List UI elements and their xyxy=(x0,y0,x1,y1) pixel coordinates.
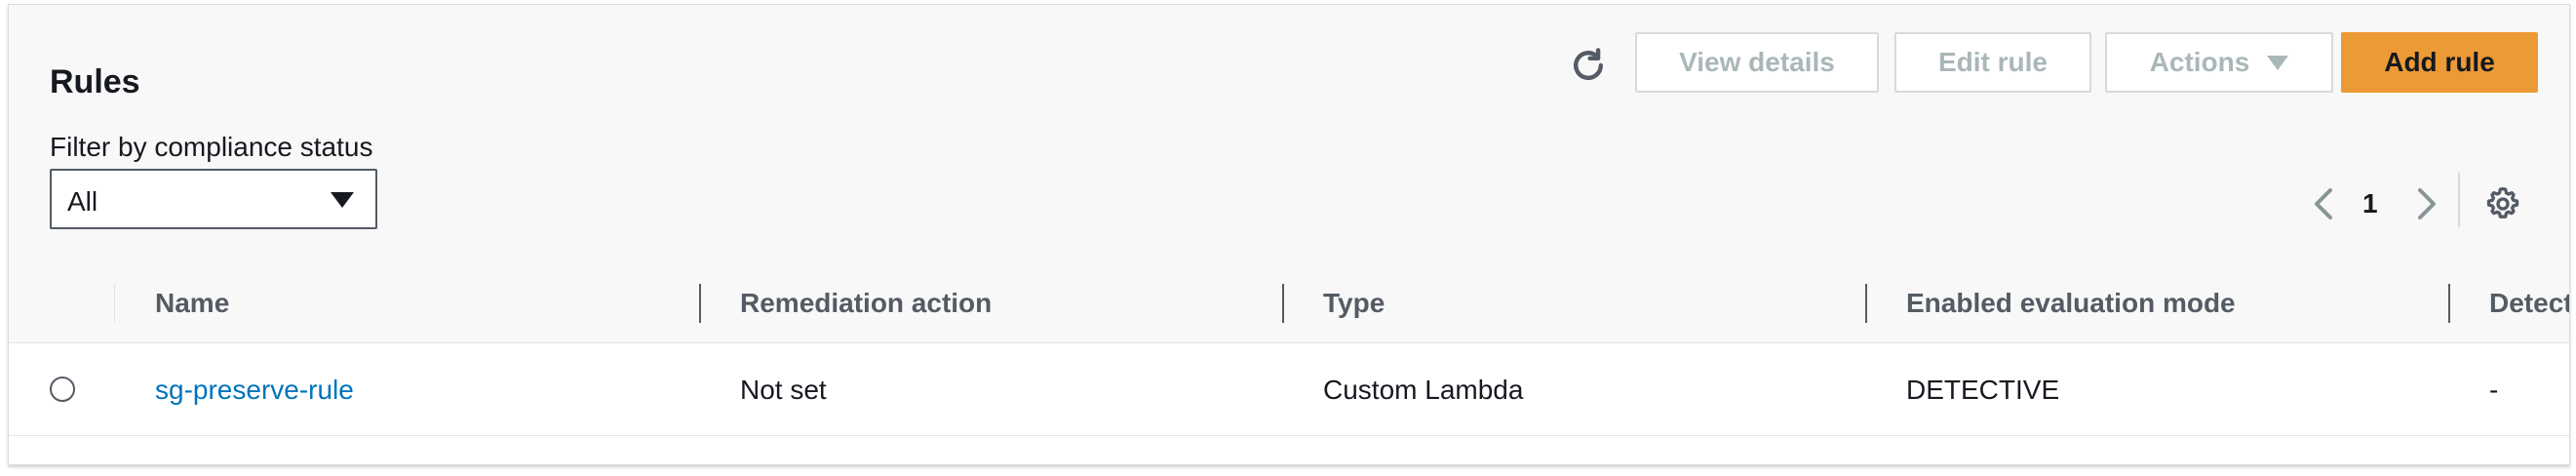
type-cell: Custom Lambda xyxy=(1323,375,1524,405)
view-details-button[interactable]: View details xyxy=(1635,32,1879,93)
remediation-cell: Not set xyxy=(740,375,827,405)
caret-down-icon xyxy=(2267,55,2289,70)
current-page-number[interactable]: 1 xyxy=(2362,188,2378,219)
actions-dropdown-button[interactable]: Actions xyxy=(2105,32,2333,93)
edit-rule-button[interactable]: Edit rule xyxy=(1894,32,2091,93)
actions-label: Actions xyxy=(2149,47,2250,77)
filter-selected-value: All xyxy=(67,186,98,217)
pager-divider xyxy=(2458,173,2460,227)
row-select-radio[interactable] xyxy=(50,377,75,402)
column-resizer[interactable] xyxy=(699,284,701,323)
rule-name-link[interactable]: sg-preserve-rule xyxy=(155,375,354,406)
refresh-icon[interactable] xyxy=(1567,44,1610,87)
caret-down-icon xyxy=(331,192,354,208)
column-header-detect[interactable]: Detect xyxy=(2489,288,2569,319)
column-resizer[interactable] xyxy=(2448,284,2450,323)
column-header-remediation[interactable]: Remediation action xyxy=(740,288,992,319)
table-header: Name Remediation action Type Enabled eva… xyxy=(9,264,2569,343)
rules-panel: Rules Filter by compliance status All Vi… xyxy=(8,4,2570,465)
detect-cell: - xyxy=(2489,375,2499,405)
chevron-left-icon[interactable] xyxy=(2308,186,2337,221)
selection-column-divider xyxy=(114,284,115,323)
compliance-filter-select[interactable]: All xyxy=(50,169,377,229)
rules-header: Rules Filter by compliance status All Vi… xyxy=(9,5,2569,265)
add-rule-label: Add rule xyxy=(2384,47,2495,77)
table-footer-space xyxy=(9,436,2569,464)
table-row[interactable]: sg-preserve-rule Not set Custom Lambda D… xyxy=(9,343,2569,436)
column-header-name[interactable]: Name xyxy=(155,288,229,319)
view-details-label: View details xyxy=(1679,47,1835,77)
column-header-evaluation-mode[interactable]: Enabled evaluation mode xyxy=(1906,288,2236,319)
add-rule-button[interactable]: Add rule xyxy=(2341,32,2538,93)
column-resizer[interactable] xyxy=(1865,284,1867,323)
filter-label: Filter by compliance status xyxy=(50,132,373,162)
edit-rule-label: Edit rule xyxy=(1937,47,2048,77)
chevron-right-icon[interactable] xyxy=(2413,186,2442,221)
page-title: Rules xyxy=(50,63,140,100)
evaluation-mode-cell: DETECTIVE xyxy=(1906,375,2060,405)
gear-icon[interactable] xyxy=(2483,184,2522,223)
column-header-type[interactable]: Type xyxy=(1323,288,1385,319)
column-resizer[interactable] xyxy=(1282,284,1284,323)
